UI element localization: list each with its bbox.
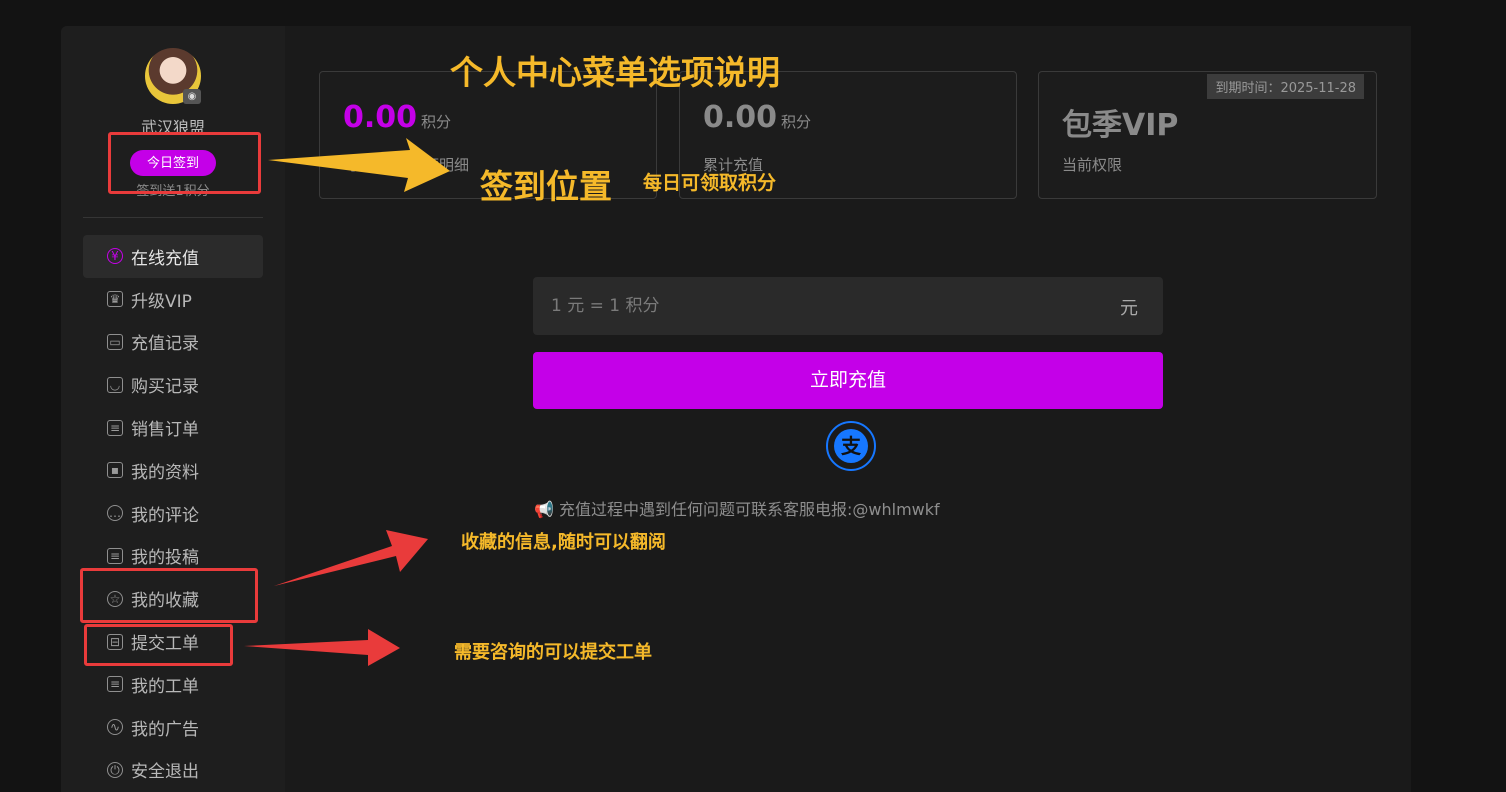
arrow-to-ticket — [244, 629, 400, 666]
annotation-title: 个人中心菜单选项说明 — [450, 53, 780, 92]
annotation-arrows — [244, 138, 450, 666]
annotation-favorites: 收藏的信息,随时可以翻阅 — [461, 532, 666, 553]
annotation-ticket: 需要咨询的可以提交工单 — [454, 642, 652, 663]
annotation-checkin-daily: 每日可领取积分 — [643, 172, 777, 194]
arrow-to-favorites — [274, 530, 428, 586]
annotation-checkin-location: 签到位置 — [480, 167, 612, 206]
arrow-to-checkin — [268, 138, 450, 192]
